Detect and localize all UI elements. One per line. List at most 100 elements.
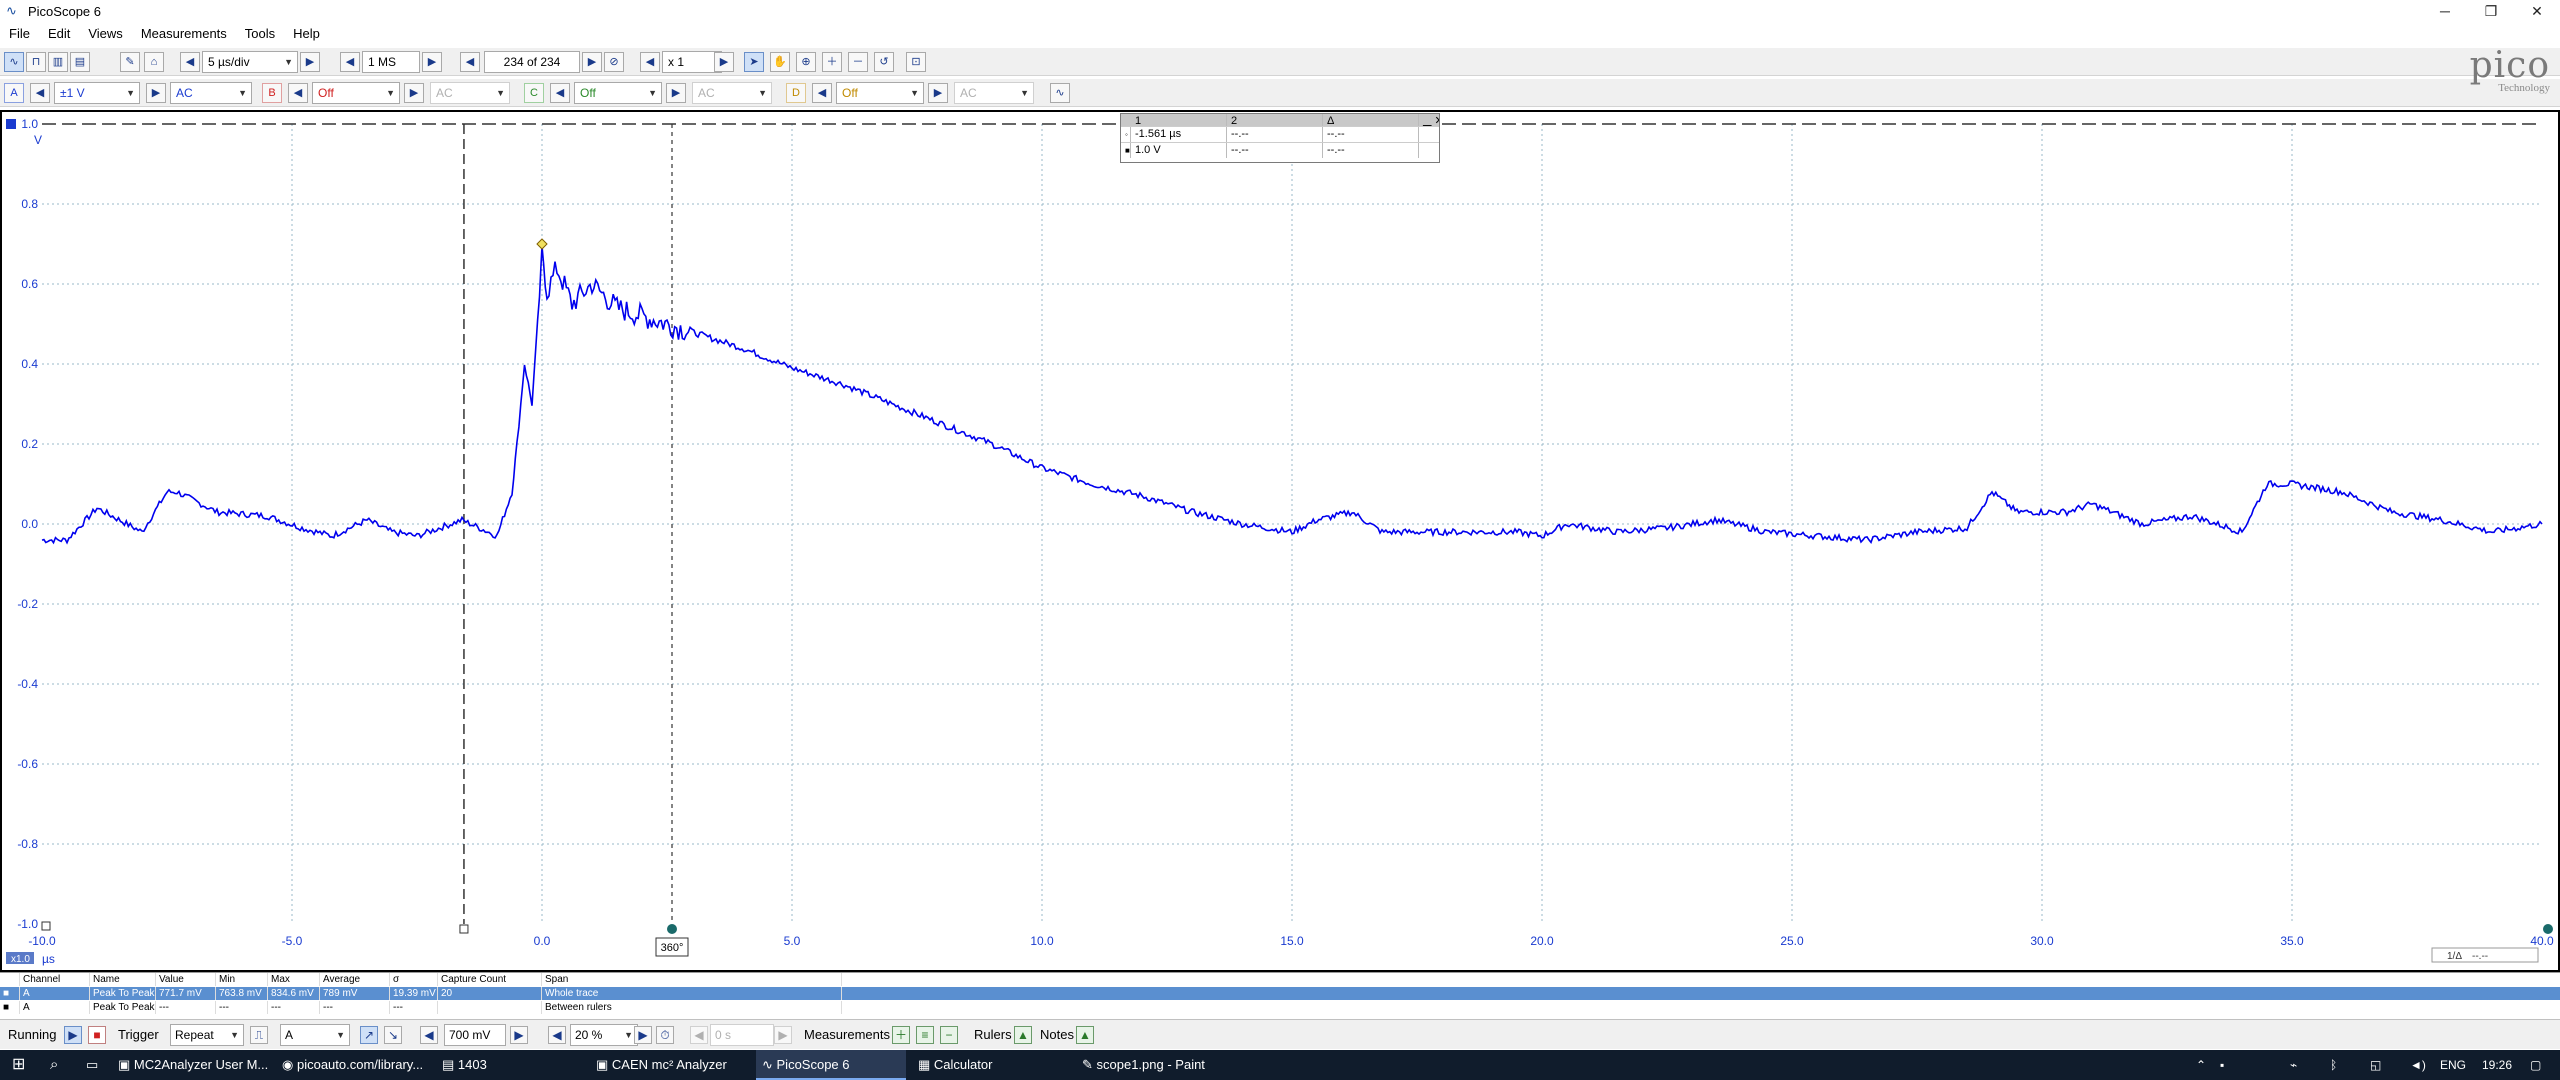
menu-edit[interactable]: Edit: [39, 26, 79, 41]
samples-next-button[interactable]: ▶: [422, 52, 442, 72]
probe-icon[interactable]: ✎: [120, 52, 140, 72]
delay-field[interactable]: 0 s: [710, 1024, 774, 1046]
taskbar-item-active[interactable]: ∿ PicoScope 6: [756, 1050, 906, 1080]
zoom-field[interactable]: x 1: [662, 51, 722, 73]
falling-edge-icon[interactable]: ↘: [384, 1026, 402, 1044]
pointer-tool-icon[interactable]: ➤: [744, 52, 764, 72]
zoom-out-icon[interactable]: －: [848, 52, 868, 72]
delay-prev-button[interactable]: ◀: [690, 1026, 708, 1044]
delay-next-button[interactable]: ▶: [774, 1026, 792, 1044]
bluetooth-icon[interactable]: ᛒ: [2330, 1050, 2337, 1080]
restore-button[interactable]: ❐: [2468, 0, 2514, 22]
menu-views[interactable]: Views: [79, 26, 131, 41]
channel-d-button[interactable]: D: [786, 83, 806, 103]
pretrigger-prev-button[interactable]: ◀: [548, 1026, 566, 1044]
channel-a-range-prev[interactable]: ◀: [30, 83, 50, 103]
timebase-select[interactable]: 5 µs/div ▼: [202, 51, 298, 73]
close-button[interactable]: ✕: [2514, 0, 2560, 22]
rising-edge-icon[interactable]: ↗: [360, 1026, 378, 1044]
undo-zoom-icon[interactable]: ↺: [874, 52, 894, 72]
buffer-prev-button[interactable]: ◀: [460, 52, 480, 72]
network-icon[interactable]: ◱: [2370, 1050, 2381, 1080]
channel-d-coupling-select[interactable]: AC ▼: [954, 82, 1034, 104]
channel-a-range-select[interactable]: ±1 V ▼: [54, 82, 140, 104]
taskbar-item[interactable]: ▤ 1403: [436, 1050, 586, 1080]
scope-view[interactable]: 1.0 0.8 0.6 0.4 0.2 0.0 -0.2 -0.4 -0.6 -0.8 -1.0 -…: [0, 110, 2560, 972]
pretrigger-next-button[interactable]: ▶: [634, 1026, 652, 1044]
add-measurement-icon[interactable]: ＋: [892, 1026, 910, 1044]
channel-c-coupling-select[interactable]: AC ▼: [692, 82, 772, 104]
delete-measurement-icon[interactable]: −: [940, 1026, 958, 1044]
threshold-prev-button[interactable]: ◀: [420, 1026, 438, 1044]
menu-measurements[interactable]: Measurements: [132, 26, 236, 41]
zoom-prev-button[interactable]: ◀: [640, 52, 660, 72]
zoom-next-button[interactable]: ▶: [714, 52, 734, 72]
notes-icon[interactable]: ▲: [1076, 1026, 1094, 1044]
play-icon[interactable]: ▶: [64, 1026, 82, 1044]
tray-chevron-icon[interactable]: ⌃: [2196, 1050, 2206, 1080]
channel-d-range-select[interactable]: Off ▼: [836, 82, 924, 104]
channel-b-range-select[interactable]: Off ▼: [312, 82, 400, 104]
taskbar-item[interactable]: ◉ picoauto.com/library...: [276, 1050, 432, 1080]
channel-b-range-prev[interactable]: ◀: [288, 83, 308, 103]
tray-app-icon[interactable]: ▪: [2220, 1050, 2224, 1080]
math-channels-icon[interactable]: ∿: [1050, 83, 1070, 103]
hand-tool-icon[interactable]: ✋: [770, 52, 790, 72]
threshold-next-button[interactable]: ▶: [510, 1026, 528, 1044]
rulers-icon[interactable]: ▲: [1014, 1026, 1032, 1044]
stop-icon[interactable]: ■: [88, 1026, 106, 1044]
delay-toggle-icon[interactable]: ⏱: [656, 1026, 674, 1044]
channel-a-range-next[interactable]: ▶: [146, 83, 166, 103]
clock[interactable]: 19:26: [2482, 1050, 2512, 1080]
task-view-icon[interactable]: ▭: [80, 1050, 106, 1080]
home-icon[interactable]: ⌂: [144, 52, 164, 72]
minimize-button[interactable]: ─: [2422, 0, 2468, 22]
advanced-trigger-icon[interactable]: ⎍: [250, 1026, 268, 1044]
search-icon[interactable]: ⌕: [44, 1050, 74, 1080]
channel-d-range-prev[interactable]: ◀: [812, 83, 832, 103]
serial-decode-icon[interactable]: ▤: [70, 52, 90, 72]
channel-a-coupling-select[interactable]: AC ▼: [170, 82, 252, 104]
zoom-area-icon[interactable]: ⊕: [796, 52, 816, 72]
trigger-threshold-field[interactable]: 700 mV: [444, 1024, 506, 1046]
trigger-source-select[interactable]: A ▼: [280, 1024, 350, 1046]
channel-c-range-select[interactable]: Off ▼: [574, 82, 662, 104]
measurement-row[interactable]: ■ A Peak To Peak 771.7 mV 763.8 mV 834.6…: [0, 987, 2560, 1000]
notifications-icon[interactable]: ▢: [2530, 1050, 2541, 1080]
samples-field[interactable]: 1 MS: [362, 51, 420, 73]
taskbar-item[interactable]: ▦ Calculator: [912, 1050, 1072, 1080]
volume-icon[interactable]: ◄): [2410, 1050, 2426, 1080]
channel-d-range-next[interactable]: ▶: [928, 83, 948, 103]
samples-prev-button[interactable]: ◀: [340, 52, 360, 72]
taskbar-item[interactable]: ▣ MC2Analyzer User M...: [112, 1050, 272, 1080]
edit-measurement-icon[interactable]: ≡: [916, 1026, 934, 1044]
buffer-navigator[interactable]: 234 of 234: [484, 51, 580, 73]
taskbar-item[interactable]: ▣ CAEN mc² Analyzer: [590, 1050, 750, 1080]
start-icon[interactable]: ⊞: [6, 1050, 36, 1080]
ruler-table-close-icon[interactable]: ▁ ✕: [1419, 114, 1439, 126]
channel-b-button[interactable]: B: [262, 83, 282, 103]
scope-mode-icon[interactable]: ∿: [4, 52, 24, 72]
channel-a-button[interactable]: A: [4, 83, 24, 103]
menu-tools[interactable]: Tools: [236, 26, 284, 41]
persistence-mode-icon[interactable]: ⊓: [26, 52, 46, 72]
pretrigger-field[interactable]: 20 % ▼: [570, 1024, 638, 1046]
usb-icon[interactable]: ⌁: [2290, 1050, 2297, 1080]
spectrum-mode-icon[interactable]: ▥: [48, 52, 68, 72]
timebase-prev-button[interactable]: ◀: [180, 52, 200, 72]
buffer-overview-icon[interactable]: ⊘: [604, 52, 624, 72]
zoom-overview-icon[interactable]: ⊡: [906, 52, 926, 72]
channel-c-range-prev[interactable]: ◀: [550, 83, 570, 103]
zoom-in-icon[interactable]: ＋: [822, 52, 842, 72]
scope-chart[interactable]: 1.0 0.8 0.6 0.4 0.2 0.0 -0.2 -0.4 -0.6 -0.8 -1.0 -…: [2, 112, 2558, 970]
channel-b-coupling-select[interactable]: AC ▼: [430, 82, 510, 104]
trigger-mode-select[interactable]: Repeat ▼: [170, 1024, 244, 1046]
measurement-row[interactable]: ■ A Peak To Peak --- --- --- --- --- Bet…: [0, 1001, 2560, 1014]
menu-help[interactable]: Help: [284, 26, 329, 41]
ruler-table[interactable]: 1 2 Δ ▁ ✕ ◦ -1.561 µs --.-- --.-- ■ 1.0 …: [1120, 113, 1440, 163]
menu-file[interactable]: File: [0, 26, 39, 41]
channel-b-range-next[interactable]: ▶: [404, 83, 424, 103]
taskbar-item[interactable]: ✎ scope1.png - Paint: [1076, 1050, 1246, 1080]
language-indicator[interactable]: ENG: [2440, 1050, 2466, 1080]
timebase-next-button[interactable]: ▶: [300, 52, 320, 72]
